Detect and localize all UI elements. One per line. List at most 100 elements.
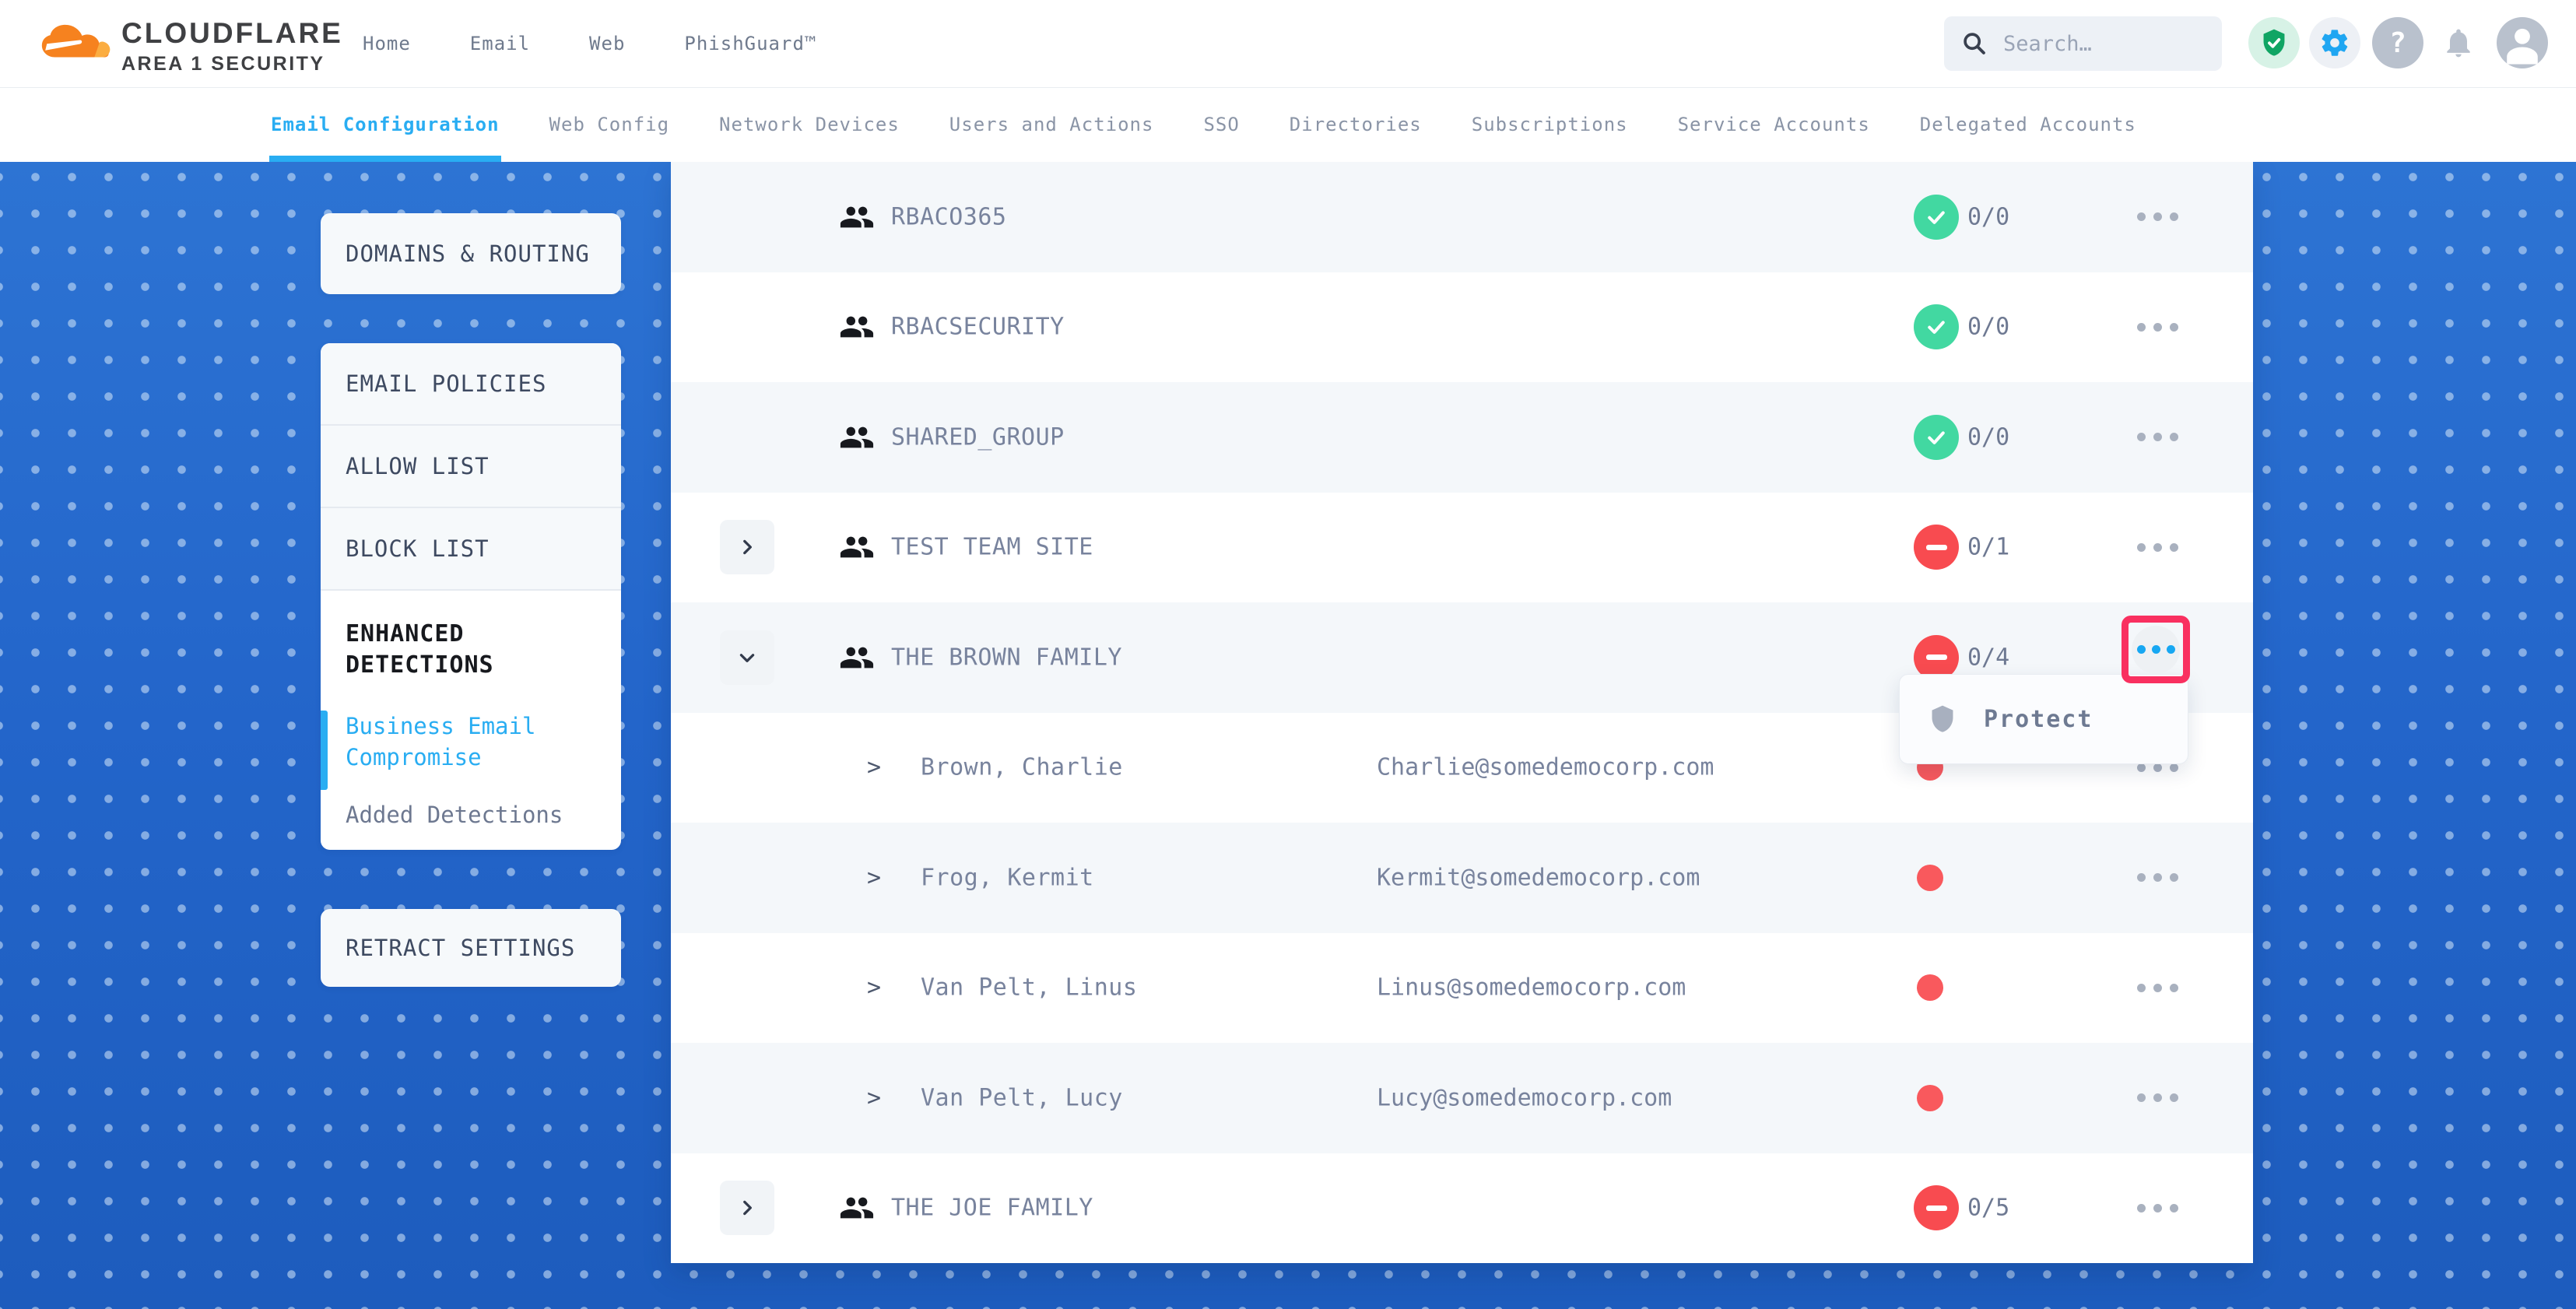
protection-count: 0/4 bbox=[1967, 644, 2009, 671]
member-email: Lucy@somedemocorp.com bbox=[1377, 1084, 1672, 1111]
table-row: > Frog, Kermit Kermit@somedemocorp.com bbox=[671, 823, 2253, 933]
member-marker: > bbox=[867, 864, 881, 891]
search-box[interactable] bbox=[1944, 16, 2222, 71]
tab-subscriptions[interactable]: Subscriptions bbox=[1472, 87, 1628, 162]
settings-button[interactable] bbox=[2309, 17, 2360, 68]
group-icon bbox=[839, 640, 875, 676]
config-subnav: Email Configuration Web Config Network D… bbox=[0, 87, 2576, 162]
status-protected-badge bbox=[1914, 304, 1959, 349]
table-row: RBACO365 0/0 bbox=[671, 162, 2253, 272]
security-status-button[interactable] bbox=[2248, 17, 2300, 68]
top-nav: Home Email Web PhishGuard™ bbox=[358, 0, 821, 87]
row-context-menu-protect[interactable]: Protect bbox=[1899, 674, 2188, 764]
row-actions-ellipsis[interactable] bbox=[2107, 1183, 2207, 1233]
sidebar-item-email-policies[interactable]: EMAIL POLICIES bbox=[321, 343, 621, 426]
table-row: THE JOE FAMILY 0/5 bbox=[671, 1153, 2253, 1264]
sidebar-policies-card: EMAIL POLICIES ALLOW LIST BLOCK LIST ENH… bbox=[321, 343, 621, 850]
group-name: RBACSECURITY bbox=[891, 314, 1065, 341]
group-icon bbox=[839, 199, 875, 235]
groups-table: RBACO365 0/0 RBACSECURITY 0/0 SHARED_GRO… bbox=[671, 162, 2253, 1263]
sidebar-item-business-email-compromise[interactable]: Business Email Compromise bbox=[346, 711, 587, 773]
table-row: > Van Pelt, Lucy Lucy@somedemocorp.com bbox=[671, 1043, 2253, 1153]
nav-web[interactable]: Web bbox=[584, 32, 630, 55]
chevron-right-icon bbox=[737, 537, 757, 557]
tab-service-accounts[interactable]: Service Accounts bbox=[1678, 87, 1870, 162]
row-actions-ellipsis[interactable] bbox=[2107, 1073, 2207, 1123]
tab-delegated-accounts[interactable]: Delegated Accounts bbox=[1920, 87, 2136, 162]
protection-count: 0/5 bbox=[1967, 1195, 2009, 1222]
nav-email[interactable]: Email bbox=[465, 32, 535, 55]
protection-count: 0/0 bbox=[1967, 423, 2009, 451]
search-icon bbox=[1961, 30, 1988, 57]
row-actions-ellipsis[interactable] bbox=[2132, 626, 2180, 674]
protect-menu-item-label: Protect bbox=[1984, 706, 2093, 733]
group-icon bbox=[839, 309, 875, 345]
status-unprotected-dot bbox=[1917, 1085, 1943, 1111]
tab-directories[interactable]: Directories bbox=[1290, 87, 1422, 162]
group-name: SHARED_GROUP bbox=[891, 423, 1065, 451]
status-unprotected-dot bbox=[1917, 974, 1943, 1001]
row-actions-ellipsis[interactable] bbox=[2107, 302, 2207, 352]
row-actions-ellipsis[interactable] bbox=[2107, 522, 2207, 572]
member-email: Kermit@somedemocorp.com bbox=[1377, 864, 1700, 891]
chevron-down-icon bbox=[737, 647, 757, 668]
group-icon bbox=[839, 529, 875, 565]
sidebar-enhanced-detections-section: ENHANCED DETECTIONS Business Email Compr… bbox=[321, 591, 621, 845]
sidebar-item-added-detections[interactable]: Added Detections bbox=[346, 799, 587, 830]
member-name: Van Pelt, Linus bbox=[921, 974, 1137, 1002]
tab-email-configuration[interactable]: Email Configuration bbox=[271, 87, 500, 162]
tab-web-config[interactable]: Web Config bbox=[549, 87, 670, 162]
highlight-annotation-box bbox=[2122, 616, 2190, 683]
status-unprotected-dot bbox=[1917, 865, 1943, 891]
member-marker: > bbox=[867, 754, 881, 781]
app-header: CLOUDFLARE AREA 1 SECURITY Home Email We… bbox=[0, 0, 2576, 88]
member-marker: > bbox=[867, 1084, 881, 1111]
sidebar-item-allow-list[interactable]: ALLOW LIST bbox=[321, 426, 621, 508]
notifications-button[interactable] bbox=[2433, 17, 2484, 68]
expand-row-button[interactable] bbox=[720, 1181, 774, 1235]
member-email: Charlie@somedemocorp.com bbox=[1377, 754, 1714, 781]
nav-phishguard[interactable]: PhishGuard™ bbox=[679, 32, 821, 55]
question-mark-icon: ? bbox=[2389, 27, 2406, 59]
row-actions-ellipsis[interactable] bbox=[2107, 853, 2207, 903]
group-name: RBACO365 bbox=[891, 203, 1007, 230]
group-name: TEST TEAM SITE bbox=[891, 534, 1093, 561]
group-icon bbox=[839, 419, 875, 455]
table-row: SHARED_GROUP 0/0 bbox=[671, 382, 2253, 493]
brand-line1: CLOUDFLARE bbox=[121, 19, 343, 48]
tab-sso[interactable]: SSO bbox=[1203, 87, 1239, 162]
chevron-right-icon bbox=[737, 1198, 757, 1218]
brand-line2: AREA 1 SECURITY bbox=[121, 54, 343, 74]
status-protected-badge bbox=[1914, 415, 1959, 460]
sidebar-item-retract-settings[interactable]: RETRACT SETTINGS bbox=[321, 909, 621, 987]
sidebar-item-block-list[interactable]: BLOCK LIST bbox=[321, 508, 621, 591]
tab-network-devices[interactable]: Network Devices bbox=[719, 87, 900, 162]
row-actions-ellipsis[interactable] bbox=[2107, 963, 2207, 1012]
shield-icon bbox=[1928, 703, 1957, 735]
row-actions-ellipsis[interactable] bbox=[2107, 412, 2207, 462]
member-name: Frog, Kermit bbox=[921, 864, 1094, 891]
nav-home[interactable]: Home bbox=[358, 32, 416, 55]
table-row: TEST TEAM SITE 0/1 bbox=[671, 493, 2253, 603]
sidebar-item-domains-routing[interactable]: DOMAINS & ROUTING bbox=[321, 213, 621, 294]
gear-icon bbox=[2319, 27, 2350, 58]
help-button[interactable]: ? bbox=[2372, 17, 2423, 68]
protection-count: 0/0 bbox=[1967, 314, 2009, 341]
group-name: THE JOE FAMILY bbox=[891, 1195, 1093, 1222]
user-avatar-button[interactable] bbox=[2497, 17, 2548, 68]
active-item-indicator bbox=[321, 711, 328, 790]
expand-row-button[interactable] bbox=[720, 520, 774, 574]
tab-users-and-actions[interactable]: Users and Actions bbox=[949, 87, 1154, 162]
row-actions-ellipsis[interactable] bbox=[2107, 192, 2207, 242]
protection-count: 0/0 bbox=[1967, 203, 2009, 230]
user-avatar-icon bbox=[2497, 17, 2548, 68]
member-email: Linus@somedemocorp.com bbox=[1377, 974, 1686, 1002]
collapse-row-button[interactable] bbox=[720, 630, 774, 685]
group-icon bbox=[839, 1190, 875, 1226]
group-name: THE BROWN FAMILY bbox=[891, 644, 1122, 671]
enhanced-detections-title: ENHANCED DETECTIONS bbox=[346, 619, 579, 681]
status-unprotected-badge bbox=[1914, 525, 1959, 570]
status-unprotected-badge bbox=[1914, 1185, 1959, 1230]
search-input[interactable] bbox=[2002, 31, 2192, 57]
bell-icon bbox=[2441, 26, 2476, 60]
